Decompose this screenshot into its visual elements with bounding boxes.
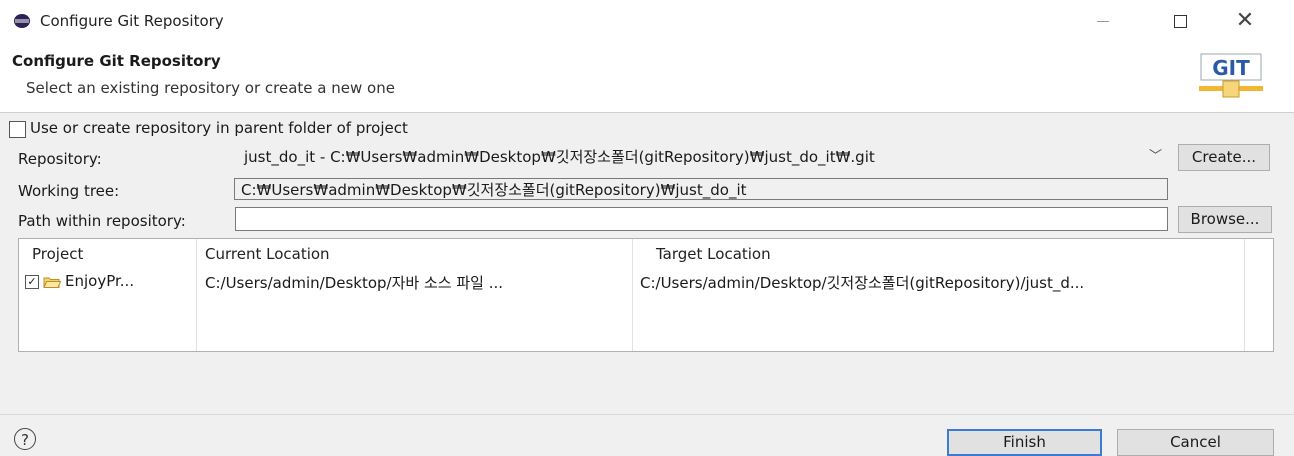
help-button[interactable]: ? (14, 428, 36, 450)
eclipse-icon (14, 14, 30, 28)
column-header-project[interactable]: Project (32, 245, 83, 263)
repository-label: Repository: (18, 150, 102, 168)
window-title: Configure Git Repository (40, 12, 224, 30)
minimize-icon (1097, 21, 1109, 22)
project-name: EnjoyPr... (65, 272, 135, 290)
chevron-down-icon: ﹀ (1148, 149, 1162, 164)
repository-value: just_do_it - C:₩Users₩admin₩Desktop₩깃저장소… (244, 148, 875, 166)
create-button[interactable]: Create... (1178, 144, 1270, 171)
working-tree-label: Working tree: (18, 182, 120, 200)
page-description: Select an existing repository or create … (26, 79, 395, 97)
column-divider (196, 239, 197, 351)
path-within-repository-input[interactable] (235, 207, 1168, 231)
working-tree-field[interactable]: C:₩Users₩admin₩Desktop₩깃저장소폴더(gitReposit… (234, 178, 1168, 200)
git-logo-text: GIT (1212, 56, 1250, 80)
minimize-button[interactable] (1080, 6, 1126, 36)
close-icon: ✕ (1235, 8, 1255, 33)
footer-divider (0, 414, 1294, 415)
browse-button[interactable]: Browse... (1178, 206, 1272, 233)
current-location: C:/Users/admin/Desktop/자바 소스 파일 ... (205, 274, 504, 292)
projects-table: Project Current Location Target Location… (18, 238, 1274, 352)
use-parent-folder-checkbox[interactable] (9, 121, 26, 138)
row-checkbox[interactable]: ✓ (25, 275, 39, 289)
path-within-repository-label: Path within repository: (18, 212, 186, 230)
column-header-current-location[interactable]: Current Location (205, 245, 330, 263)
wizard-header: Configure Git Repository Select an exist… (0, 42, 1294, 113)
close-button[interactable]: ✕ (1222, 6, 1268, 36)
help-icon: ? (21, 431, 29, 449)
target-location: C:/Users/admin/Desktop/깃저장소폴더(gitReposit… (640, 274, 1085, 292)
maximize-button[interactable] (1157, 6, 1203, 36)
column-divider (1244, 239, 1245, 351)
column-header-target-location[interactable]: Target Location (656, 245, 771, 263)
git-logo: GIT (1199, 53, 1263, 98)
page-title: Configure Git Repository (12, 52, 221, 70)
folder-icon (43, 277, 61, 288)
maximize-icon (1173, 15, 1187, 28)
cancel-button[interactable]: Cancel (1117, 429, 1274, 456)
use-parent-folder-label: Use or create repository in parent folde… (30, 119, 408, 137)
column-divider (632, 239, 633, 351)
title-bar: Configure Git Repository ✕ (0, 0, 1294, 42)
repository-select[interactable]: just_do_it - C:₩Users₩admin₩Desktop₩깃저장소… (238, 145, 1170, 169)
finish-button[interactable]: Finish (947, 429, 1102, 456)
